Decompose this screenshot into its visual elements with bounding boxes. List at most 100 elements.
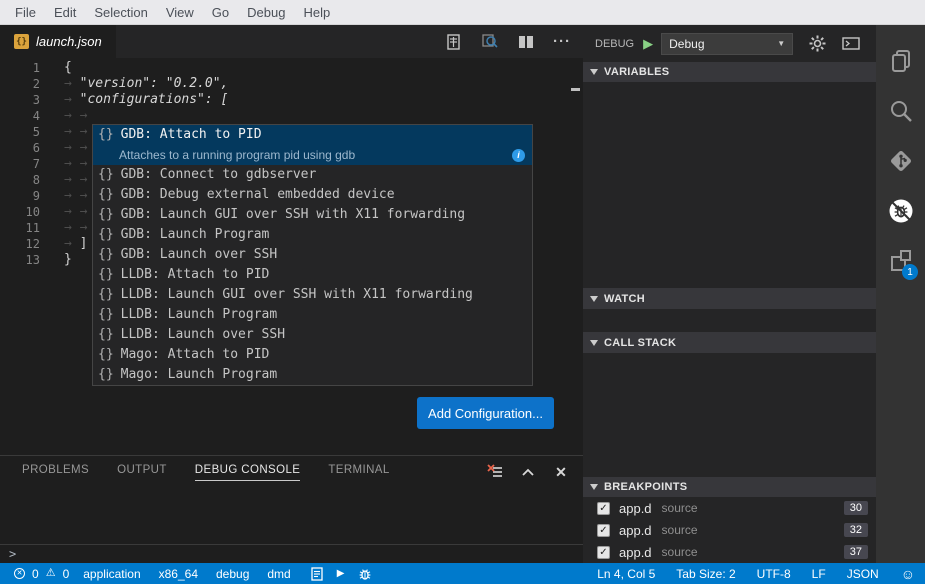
clear-output-icon[interactable] bbox=[487, 464, 503, 480]
close-panel-icon[interactable]: ✕ bbox=[553, 464, 569, 480]
open-file-icon[interactable] bbox=[445, 33, 462, 50]
status-bar: ✕ 0 ⚠ 0 application x86_64 debug dmd ▶ Ln 4… bbox=[0, 563, 925, 584]
suggest-label: GDB: Launch GUI over SSH with X11 forwar… bbox=[121, 205, 465, 225]
suggest-item[interactable]: {} GDB: Launch GUI over SSH with X11 for… bbox=[93, 205, 532, 225]
split-editor-icon[interactable] bbox=[517, 33, 534, 50]
watch-body[interactable] bbox=[583, 309, 876, 332]
breakpoint-kind: source bbox=[662, 501, 698, 515]
snippet-braces-icon: {} bbox=[98, 365, 114, 385]
profile-doc-icon[interactable] bbox=[311, 567, 323, 581]
info-icon[interactable]: i bbox=[512, 149, 525, 162]
editor-actions: ··· bbox=[445, 25, 571, 58]
menu-item[interactable]: Selection bbox=[85, 5, 156, 20]
suggest-item[interactable]: {} GDB: Debug external embedded device bbox=[93, 185, 532, 205]
menu-item[interactable]: Edit bbox=[45, 5, 85, 20]
suggest-item-selected[interactable]: {} GDB: Attach to PID bbox=[93, 125, 532, 145]
panel-tab[interactable]: DEBUG CONSOLE bbox=[195, 464, 301, 481]
breakpoint-row[interactable]: ✓ app.d source 37 bbox=[583, 541, 876, 563]
status-item[interactable]: x86_64 bbox=[159, 567, 198, 581]
breakpoint-row[interactable]: ✓ app.d source 32 bbox=[583, 519, 876, 541]
suggest-label: LLDB: Launch GUI over SSH with X11 forwa… bbox=[121, 285, 473, 305]
call-stack-body[interactable] bbox=[583, 353, 876, 477]
code-text: { bbox=[64, 60, 72, 75]
panel-tab[interactable]: TERMINAL bbox=[328, 464, 389, 481]
line-number: 1 bbox=[0, 60, 40, 76]
breakpoint-checkbox[interactable]: ✓ bbox=[597, 546, 610, 559]
debug-console-input[interactable]: > bbox=[0, 544, 583, 563]
status-item[interactable]: application bbox=[83, 567, 140, 581]
section-call-stack[interactable]: CALL STACK bbox=[583, 332, 876, 353]
suggest-item[interactable]: {} Mago: Launch Program bbox=[93, 365, 532, 385]
gear-icon[interactable] bbox=[809, 35, 826, 52]
more-actions-icon[interactable]: ··· bbox=[553, 33, 571, 50]
suggest-label: GDB: Launch Program bbox=[121, 225, 270, 245]
line-number: 8 bbox=[0, 172, 40, 188]
menu-item[interactable]: View bbox=[157, 5, 203, 20]
bug-icon[interactable] bbox=[358, 567, 372, 581]
run-icon[interactable]: ▶ bbox=[337, 568, 345, 579]
suggest-item[interactable]: {} LLDB: Launch GUI over SSH with X11 fo… bbox=[93, 285, 532, 305]
status-item[interactable]: debug bbox=[216, 567, 249, 581]
section-variables[interactable]: VARIABLES bbox=[583, 62, 876, 82]
suggest-item[interactable]: {} Mago: Attach to PID bbox=[93, 345, 532, 365]
suggest-item[interactable]: {} GDB: Launch over SSH bbox=[93, 245, 532, 265]
snippet-braces-icon: {} bbox=[98, 245, 114, 265]
status-item[interactable]: Tab Size: 2 bbox=[676, 567, 735, 581]
add-configuration-button[interactable]: Add Configuration... bbox=[417, 397, 554, 429]
debug-icon[interactable] bbox=[876, 186, 925, 236]
code-editor[interactable]: 1 { 2 → "version": "0.2.0", 3 → "configu… bbox=[0, 58, 583, 455]
section-watch[interactable]: WATCH bbox=[583, 288, 876, 309]
snippet-braces-icon: {} bbox=[98, 265, 114, 285]
panel-tab[interactable]: PROBLEMS bbox=[22, 464, 89, 481]
debug-console-output[interactable] bbox=[0, 489, 583, 544]
suggest-item[interactable]: {} GDB: Launch Program bbox=[93, 225, 532, 245]
status-item[interactable]: JSON bbox=[847, 567, 879, 581]
search-icon[interactable] bbox=[876, 86, 925, 136]
line-number: 5 bbox=[0, 124, 40, 140]
menu-item[interactable]: Help bbox=[294, 5, 339, 20]
breakpoint-line-badge: 30 bbox=[844, 501, 868, 515]
variables-body[interactable] bbox=[583, 82, 876, 288]
breakpoint-checkbox[interactable]: ✓ bbox=[597, 502, 610, 515]
panel-tab[interactable]: OUTPUT bbox=[117, 464, 167, 481]
status-item[interactable]: UTF-8 bbox=[757, 567, 791, 581]
debug-console-icon[interactable] bbox=[842, 37, 860, 50]
warning-count: 0 bbox=[63, 567, 70, 581]
extensions-icon[interactable]: 1 bbox=[876, 236, 925, 286]
menu-item[interactable]: Go bbox=[203, 5, 238, 20]
menu-item[interactable]: Debug bbox=[238, 5, 294, 20]
suggest-label: GDB: Debug external embedded device bbox=[121, 185, 395, 205]
whitespace-tab-arrows: → → bbox=[64, 172, 95, 187]
workbench: {} launch.json ··· bbox=[0, 25, 925, 563]
start-debug-icon[interactable]: ▶ bbox=[643, 36, 653, 52]
code-text: ] bbox=[80, 236, 88, 251]
overview-ruler-cursor bbox=[571, 88, 580, 91]
suggest-label: Mago: Launch Program bbox=[121, 365, 278, 385]
feedback-smiley-icon[interactable]: ☺ bbox=[901, 566, 915, 582]
line-number: 4 bbox=[0, 108, 40, 124]
suggest-item[interactable]: {} LLDB: Launch over SSH bbox=[93, 325, 532, 345]
status-item[interactable]: Ln 4, Col 5 bbox=[597, 567, 655, 581]
suggest-item[interactable]: {} GDB: Connect to gdbserver bbox=[93, 165, 532, 185]
breakpoint-checkbox[interactable]: ✓ bbox=[597, 524, 610, 537]
section-breakpoints[interactable]: BREAKPOINTS bbox=[583, 477, 876, 497]
build-status-items: application x86_64 debug dmd bbox=[83, 567, 308, 581]
source-control-icon[interactable] bbox=[876, 136, 925, 186]
breakpoint-row[interactable]: ✓ app.d source 30 bbox=[583, 497, 876, 519]
open-preview-icon[interactable] bbox=[481, 33, 498, 50]
maximize-panel-icon[interactable] bbox=[520, 464, 536, 480]
snippet-braces-icon: {} bbox=[98, 225, 114, 245]
suggest-label: LLDB: Launch over SSH bbox=[121, 325, 285, 345]
problems-status[interactable]: ✕ 0 ⚠ 0 bbox=[14, 567, 69, 581]
suggest-widget: {} GDB: Attach to PID Attaches to a runn… bbox=[92, 124, 533, 386]
configurations-dropdown[interactable]: Debug ▼ bbox=[661, 33, 793, 55]
chevron-down-icon: ▼ bbox=[777, 39, 785, 48]
whitespace-tab-arrows: → bbox=[64, 236, 80, 251]
suggest-item[interactable]: {} LLDB: Attach to PID bbox=[93, 265, 532, 285]
explorer-icon[interactable] bbox=[876, 36, 925, 86]
status-item[interactable]: LF bbox=[812, 567, 826, 581]
menu-item[interactable]: File bbox=[6, 5, 45, 20]
suggest-item[interactable]: {} LLDB: Launch Program bbox=[93, 305, 532, 325]
tab-launch-json[interactable]: {} launch.json bbox=[0, 25, 116, 58]
status-item[interactable]: dmd bbox=[267, 567, 290, 581]
